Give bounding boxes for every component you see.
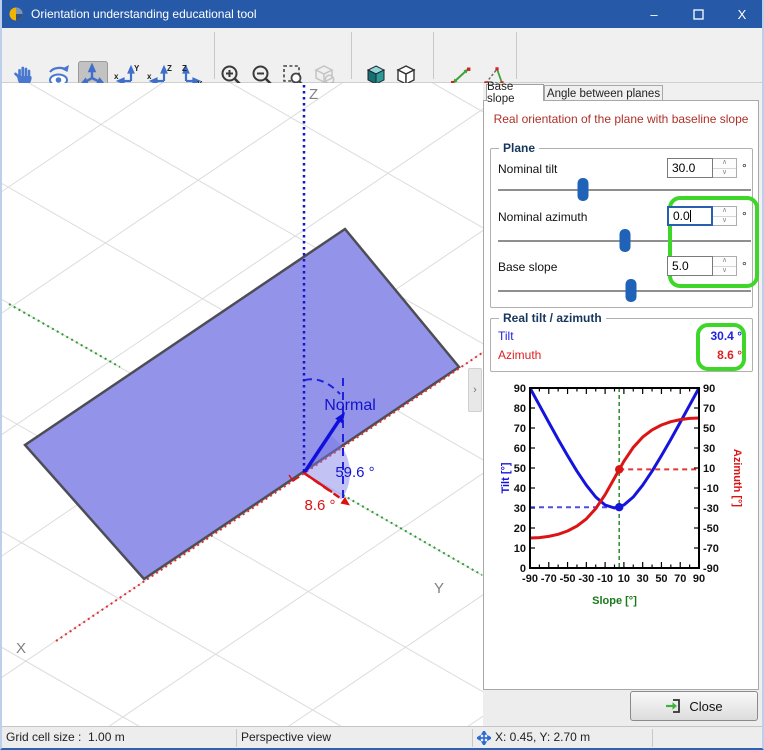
- base-slope-label: Base slope: [498, 260, 557, 274]
- titlebar[interactable]: Orientation understanding educational to…: [0, 0, 764, 28]
- plane-group-title: Plane: [499, 141, 539, 155]
- panel-heading: Real orientation of the plane with basel…: [484, 112, 758, 126]
- tilt-azimuth-chart: -90-70-50-30-101030507090010203040506070…: [484, 376, 760, 616]
- svg-text:30: 30: [637, 573, 649, 585]
- base-slope-spinner[interactable]: ∧∨: [713, 256, 737, 276]
- base-slope-input[interactable]: 5.0: [667, 256, 713, 276]
- svg-text:Y: Y: [134, 64, 140, 73]
- svg-text:10: 10: [618, 573, 630, 585]
- toolbar-separator: [351, 32, 352, 79]
- svg-text:70: 70: [703, 403, 715, 415]
- nominal-azimuth-spinner[interactable]: ∧∨: [713, 206, 737, 226]
- footer-bar: Close: [483, 690, 764, 726]
- svg-text:60: 60: [514, 443, 526, 455]
- svg-text:Z: Z: [167, 64, 172, 73]
- nominal-azimuth-slider-thumb[interactable]: [619, 229, 630, 252]
- svg-text:-50: -50: [703, 523, 719, 535]
- svg-text:0: 0: [520, 563, 526, 575]
- exit-door-icon: [665, 698, 682, 714]
- svg-text:30: 30: [514, 503, 526, 515]
- degree-unit: °: [742, 161, 747, 175]
- svg-text:-70: -70: [541, 573, 557, 585]
- nominal-tilt-spinner[interactable]: ∧∨: [713, 158, 737, 178]
- svg-text:70: 70: [514, 423, 526, 435]
- tilt-angle-value: 59.6 °: [335, 464, 374, 481]
- y-axis-label: Y: [434, 580, 444, 597]
- real-group-title: Real tilt / azimuth: [499, 311, 606, 325]
- tilted-plane[interactable]: [25, 229, 459, 579]
- window-title: Orientation understanding educational to…: [31, 7, 257, 21]
- svg-text:-10: -10: [597, 573, 613, 585]
- svg-text:-90: -90: [703, 563, 719, 575]
- base-slope-slider-thumb[interactable]: [625, 279, 636, 302]
- svg-text:50: 50: [703, 423, 715, 435]
- status-separator: [652, 729, 653, 747]
- nominal-azimuth-label: Nominal azimuth: [498, 210, 587, 224]
- normal-label: Normal: [324, 397, 376, 414]
- maximize-icon: [693, 9, 704, 20]
- svg-text:50: 50: [655, 573, 667, 585]
- statusbar: Grid cell size : 1.00 m Perspective view…: [0, 726, 764, 748]
- svg-text:-30: -30: [703, 503, 719, 515]
- svg-text:70: 70: [674, 573, 686, 585]
- 3d-viewport[interactable]: Z X Y Normal 59.6 ° 8.6 °: [2, 83, 483, 726]
- status-cursor-coords: X: 0.45, Y: 2.70 m: [495, 730, 590, 744]
- svg-text:90: 90: [703, 383, 715, 395]
- move-cursor-icon: [477, 731, 491, 745]
- svg-text:-70: -70: [703, 543, 719, 555]
- toolbar-separator: [433, 32, 434, 79]
- svg-text:20: 20: [514, 523, 526, 535]
- minimize-button[interactable]: –: [632, 0, 676, 28]
- degree-unit: °: [742, 209, 747, 223]
- nominal-tilt-label: Nominal tilt: [498, 162, 557, 176]
- svg-text:x: x: [114, 72, 119, 81]
- status-view-mode: Perspective view: [241, 730, 331, 744]
- nominal-tilt-spinbox[interactable]: 30.0 ∧∨: [667, 158, 737, 178]
- tab-angle-between-planes[interactable]: Angle between planes: [544, 85, 663, 101]
- svg-text:30: 30: [703, 443, 715, 455]
- real-azimuth-label: Azimuth: [498, 348, 541, 362]
- close-button-label: Close: [689, 699, 722, 714]
- nominal-azimuth-spinbox[interactable]: 0.0 ∧∨: [667, 206, 737, 226]
- svg-text:Slope [°]: Slope [°]: [592, 595, 637, 607]
- app-icon: [9, 7, 23, 21]
- svg-text:-30: -30: [578, 573, 594, 585]
- svg-text:10: 10: [514, 543, 526, 555]
- svg-text:Tilt [°]: Tilt [°]: [500, 462, 512, 493]
- status-separator: [472, 729, 473, 747]
- toolbar-separator: [516, 32, 517, 79]
- toolbar: x Y x Z Z Y Poin: [0, 28, 764, 83]
- base-slope-slider[interactable]: [498, 290, 751, 292]
- real-tilt-label: Tilt: [498, 329, 514, 343]
- svg-text:x: x: [147, 72, 152, 81]
- svg-text:-10: -10: [703, 483, 719, 495]
- x-axis-label: X: [16, 640, 26, 657]
- svg-text:40: 40: [514, 483, 526, 495]
- app-window: Orientation understanding educational to…: [0, 0, 764, 750]
- svg-text:10: 10: [703, 463, 715, 475]
- z-axis-label: Z: [309, 86, 318, 103]
- result-highlight-box: [696, 323, 746, 371]
- nominal-tilt-slider[interactable]: [498, 189, 751, 191]
- svg-text:80: 80: [514, 403, 526, 415]
- toolbar-separator: [214, 32, 215, 79]
- svg-text:-50: -50: [560, 573, 576, 585]
- tab-base-slope[interactable]: Base slope: [486, 84, 544, 101]
- azimuth-angle-value: 8.6 °: [304, 497, 335, 514]
- maximize-button[interactable]: [676, 0, 720, 28]
- close-button[interactable]: Close: [630, 691, 758, 721]
- base-slope-spinbox[interactable]: 5.0 ∧∨: [667, 256, 737, 276]
- nominal-azimuth-input[interactable]: 0.0: [667, 206, 713, 226]
- status-separator: [236, 729, 237, 747]
- degree-unit: °: [742, 259, 747, 273]
- svg-text:50: 50: [514, 463, 526, 475]
- close-window-button[interactable]: X: [720, 0, 764, 28]
- svg-text:Z: Z: [182, 64, 187, 73]
- status-grid-cell-size: Grid cell size : 1.00 m: [6, 730, 125, 744]
- nominal-tilt-input[interactable]: 30.0: [667, 158, 713, 178]
- nominal-tilt-slider-thumb[interactable]: [578, 178, 589, 201]
- svg-text:90: 90: [514, 383, 526, 395]
- panel-collapse-handle[interactable]: ›: [468, 368, 482, 412]
- svg-text:Azimuth [°]: Azimuth [°]: [731, 449, 743, 508]
